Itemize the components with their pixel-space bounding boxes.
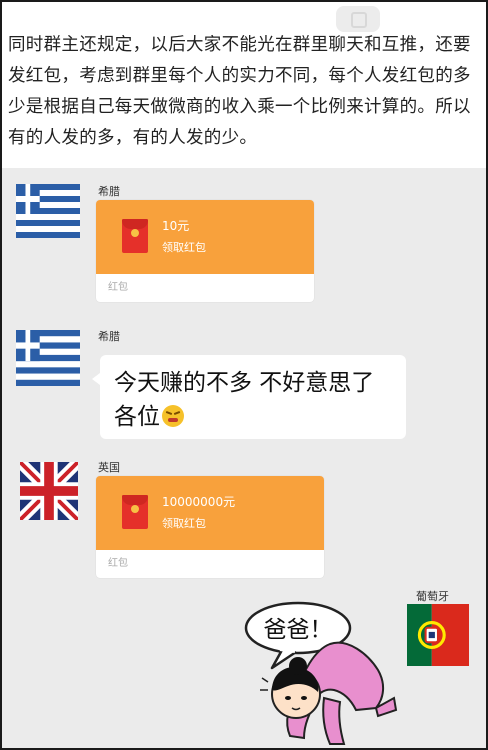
red-packet-header: 10000000元 领取红包: [96, 476, 324, 550]
watermark-icon: [336, 6, 380, 32]
chat-screenshot: 同时群主还规定，以后大家不能光在群里聊天和互推，还要发红包，考虑到群里每个人的实…: [2, 2, 486, 748]
red-packet-amount: 10000000元: [162, 495, 236, 509]
text-message-bubble[interactable]: 今天赚的不多 不好意思了各位: [92, 355, 406, 439]
red-envelope-icon: [122, 219, 148, 253]
red-packet-amount: 10元: [162, 219, 190, 233]
avatar-greece-flag[interactable]: [16, 184, 80, 238]
avatar-uk-flag[interactable]: [20, 462, 78, 520]
avatar-greece-flag[interactable]: [16, 330, 80, 386]
sticker-kowtow[interactable]: 爸爸！: [238, 598, 398, 748]
message-text: 今天赚的不多 不好意思了各位: [114, 370, 375, 430]
red-envelope-icon: [122, 495, 148, 529]
red-packet-message[interactable]: 10元 领取红包 红包: [96, 200, 314, 302]
sticker-speech-text: 爸爸！: [264, 617, 333, 643]
caption-panel: 同时群主还规定，以后大家不能光在群里聊天和互推，还要发红包，考虑到群里每个人的实…: [2, 2, 486, 168]
sender-name: 葡萄牙: [416, 590, 449, 603]
avatar-portugal-flag[interactable]: [407, 604, 469, 666]
angry-face-icon: [162, 405, 184, 427]
red-packet-header: 10元 领取红包: [96, 200, 314, 274]
sender-name: 希腊: [98, 185, 120, 198]
portugal-flag-icon: [407, 604, 469, 666]
kowtow-girl-sticker-icon: 爸爸！: [244, 601, 398, 745]
caption-text: 同时群主还规定，以后大家不能光在群里聊天和互推，还要发红包，考虑到群里每个人的实…: [8, 35, 471, 148]
red-packet-message[interactable]: 10000000元 领取红包 红包: [96, 476, 324, 578]
red-packet-claim-label: 领取红包: [162, 241, 206, 254]
red-packet-type-label: 红包: [108, 282, 128, 293]
sender-name: 英国: [98, 461, 120, 474]
united-kingdom-flag-icon: [20, 462, 78, 520]
greece-flag-icon: [16, 184, 80, 238]
sender-name: 希腊: [98, 330, 120, 343]
red-packet-type-label: 红包: [108, 558, 128, 569]
red-packet-claim-label: 领取红包: [162, 517, 206, 530]
greece-flag-icon: [16, 330, 80, 386]
